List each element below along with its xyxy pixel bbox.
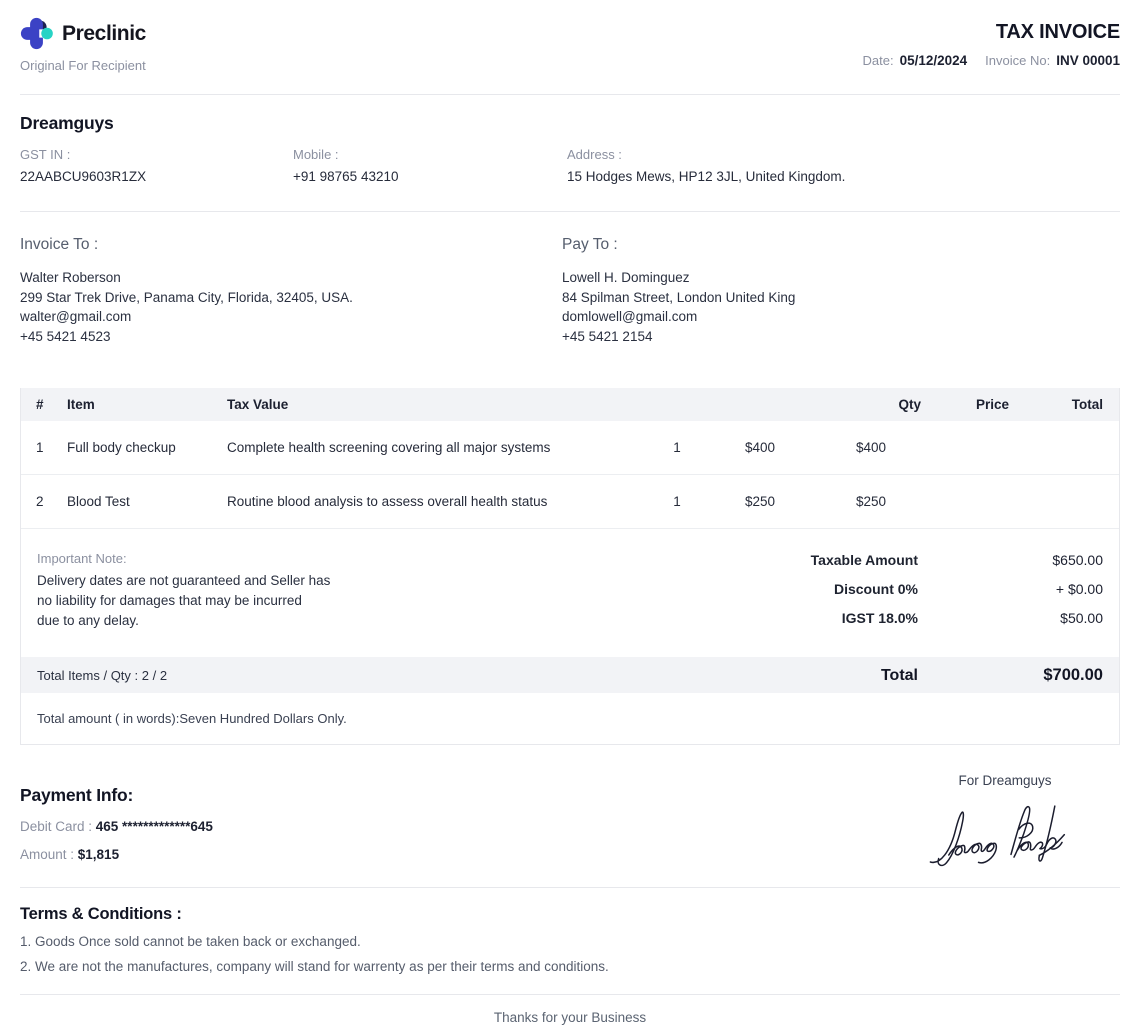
address-value: 15 Hodges Mews, HP12 3JL, United Kingdom…	[567, 169, 1120, 184]
payment-info: Payment Info: Debit Card : 465 *********…	[20, 745, 213, 887]
term-item: 1. Goods Once sold cannot be taken back …	[20, 934, 1120, 949]
col-header-total: Total	[1009, 397, 1119, 412]
invoice-to-phone: +45 5421 4523	[20, 327, 562, 347]
parties-section: Invoice To : Walter Roberson 299 Star Tr…	[20, 212, 1120, 372]
invoice-meta: TAX INVOICE Date: 05/12/2024 Invoice No:…	[863, 17, 1121, 94]
row-description: Complete health screening covering all m…	[227, 440, 649, 455]
medical-cross-icon	[20, 17, 53, 50]
payment-signature-section: Payment Info: Debit Card : 465 *********…	[20, 745, 1120, 888]
table-row: 1 Full body checkup Complete health scre…	[21, 421, 1119, 475]
invoice-title: TAX INVOICE	[863, 21, 1121, 44]
invoice-date: Date: 05/12/2024	[863, 53, 968, 68]
row-item: Full body checkup	[67, 440, 227, 455]
pay-to-email: domlowell@gmail.com	[562, 307, 1120, 327]
note-label: Important Note:	[37, 551, 683, 566]
amount-value: $1,815	[78, 847, 119, 862]
note-line: Delivery dates are not guaranteed and Se…	[37, 571, 683, 590]
summary-row-igst: IGST 18.0% $50.00	[683, 610, 1103, 639]
table-row: 2 Blood Test Routine blood analysis to a…	[21, 475, 1119, 529]
total-row: Total Items / Qty : 2 / 2 Total $700.00	[21, 657, 1119, 693]
total-items-qty: Total Items / Qty : 2 / 2	[37, 668, 167, 683]
summary-value: + $0.00	[918, 581, 1103, 597]
footer-thanks: Thanks for your Business	[20, 995, 1120, 1025]
signature-image	[922, 791, 1087, 882]
row-description: Routine blood analysis to assess overall…	[227, 494, 649, 509]
summary-label: Discount 0%	[834, 581, 918, 597]
pay-to-name: Lowell H. Dominguez	[562, 268, 1120, 288]
terms-title: Terms & Conditions :	[20, 905, 1120, 924]
pay-to-block: Pay To : Lowell H. Dominguez 84 Spilman …	[562, 236, 1120, 372]
summary-value: $650.00	[918, 552, 1103, 568]
grand-total-value: $700.00	[918, 666, 1103, 685]
note-and-summary: Important Note: Delivery dates are not g…	[21, 529, 1119, 657]
gst-label: GST IN :	[20, 147, 293, 162]
row-total: $400	[815, 440, 927, 455]
company-section: Dreamguys GST IN : 22AABCU9603R1ZX Mobil…	[20, 95, 1120, 212]
row-qty: 1	[649, 440, 705, 455]
summary-label: IGST 18.0%	[842, 610, 918, 626]
summary-row-discount: Discount 0% + $0.00	[683, 581, 1103, 610]
company-gst: GST IN : 22AABCU9603R1ZX	[20, 147, 293, 184]
signature-block: For Dreamguys	[890, 745, 1120, 887]
copy-type-label: Original For Recipient	[20, 58, 146, 73]
company-address: Address : 15 Hodges Mews, HP12 3JL, Unit…	[567, 147, 1120, 184]
date-label: Date:	[863, 53, 894, 68]
pay-to-address: 84 Spilman Street, London United King	[562, 288, 1120, 308]
row-qty: 1	[649, 494, 705, 509]
col-header-num: #	[21, 397, 67, 412]
invoice-number: Invoice No: INV 00001	[985, 53, 1120, 68]
debit-card-value: 465 *************645	[96, 819, 213, 834]
amount-line: Amount : $1,815	[20, 847, 213, 862]
col-header-price: Price	[921, 397, 1009, 412]
date-value: 05/12/2024	[900, 53, 968, 68]
mobile-label: Mobile :	[293, 147, 567, 162]
row-item: Blood Test	[67, 494, 227, 509]
col-header-item: Item	[67, 397, 227, 412]
company-name: Dreamguys	[20, 113, 1120, 134]
pay-to-label: Pay To :	[562, 236, 1120, 254]
invoice-to-name: Walter Roberson	[20, 268, 562, 288]
gst-value: 22AABCU9603R1ZX	[20, 169, 293, 184]
important-note: Important Note: Delivery dates are not g…	[37, 551, 683, 639]
company-mobile: Mobile : +91 98765 43210	[293, 147, 567, 184]
terms-section: Terms & Conditions : 1. Goods Once sold …	[20, 888, 1120, 995]
address-label: Address :	[567, 147, 1120, 162]
payment-info-title: Payment Info:	[20, 785, 213, 806]
items-table: # Item Tax Value Qty Price Total 1 Full …	[20, 388, 1120, 745]
col-header-qty: Qty	[861, 397, 921, 412]
row-price: $250	[705, 494, 815, 509]
brand-name: Preclinic	[62, 22, 146, 46]
amount-label: Amount :	[20, 847, 78, 862]
invoice-to-block: Invoice To : Walter Roberson 299 Star Tr…	[20, 236, 562, 372]
invoice-no-label: Invoice No:	[985, 53, 1050, 68]
mobile-value: +91 98765 43210	[293, 169, 567, 184]
debit-card-line: Debit Card : 465 *************645	[20, 819, 213, 834]
for-company-label: For Dreamguys	[890, 773, 1120, 788]
col-header-tax-value: Tax Value	[227, 397, 861, 412]
summary-label: Taxable Amount	[811, 552, 918, 568]
summary-block: Taxable Amount $650.00 Discount 0% + $0.…	[683, 551, 1103, 639]
invoice-page: Preclinic Original For Recipient TAX INV…	[0, 0, 1140, 1015]
term-item: 2. We are not the manufactures, company …	[20, 959, 1120, 974]
note-line: due to any delay.	[37, 611, 683, 630]
brand-block: Preclinic Original For Recipient	[20, 17, 146, 94]
debit-card-label: Debit Card :	[20, 819, 96, 834]
grand-total-label: Total	[881, 667, 918, 685]
invoice-to-address: 299 Star Trek Drive, Panama City, Florid…	[20, 288, 562, 308]
invoice-to-email: walter@gmail.com	[20, 307, 562, 327]
table-header-row: # Item Tax Value Qty Price Total	[21, 388, 1119, 421]
row-total: $250	[815, 494, 927, 509]
summary-value: $50.00	[918, 610, 1103, 626]
invoice-to-label: Invoice To :	[20, 236, 562, 254]
pay-to-phone: +45 5421 2154	[562, 327, 1120, 347]
invoice-header: Preclinic Original For Recipient TAX INV…	[20, 0, 1120, 95]
invoice-no-value: INV 00001	[1056, 53, 1120, 68]
row-price: $400	[705, 440, 815, 455]
amount-in-words: Total amount ( in words):Seven Hundred D…	[21, 693, 1119, 744]
row-num: 2	[21, 494, 67, 509]
row-num: 1	[21, 440, 67, 455]
note-line: no liability for damages that may be inc…	[37, 591, 683, 610]
summary-row-taxable: Taxable Amount $650.00	[683, 552, 1103, 581]
